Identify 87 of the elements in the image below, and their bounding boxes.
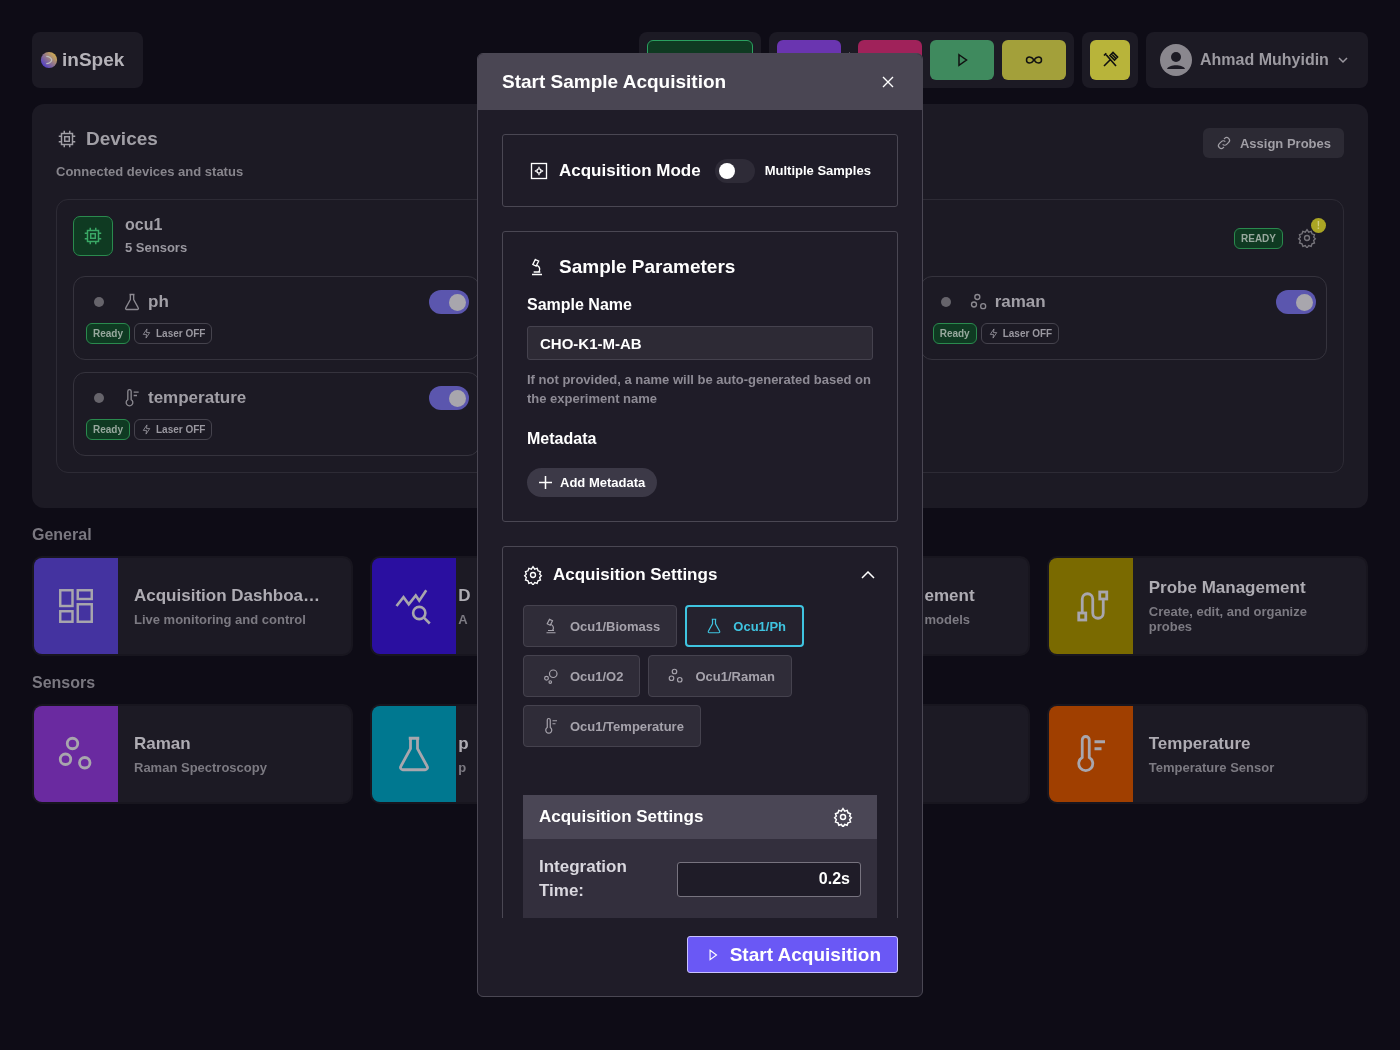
- laser-status: Laser OFF: [156, 424, 206, 435]
- laser-status: Laser OFF: [1002, 328, 1053, 339]
- section-title: General: [32, 526, 92, 544]
- status-badge: READY: [1234, 228, 1283, 249]
- nav-card[interactable]: Temperature Temperature Sensor: [1046, 704, 1368, 804]
- card-title: Temperature: [1148, 733, 1252, 754]
- sensor-count: 5 Sensors: [125, 240, 188, 255]
- status-dot: [94, 393, 104, 403]
- status-dot: [94, 297, 104, 307]
- chevron-up-icon[interactable]: [861, 571, 875, 579]
- nav-card[interactable]: Raman Raman Spectroscopy: [32, 704, 354, 804]
- logo[interactable]: inSpek: [32, 32, 143, 88]
- card-subtitle: Temperature Sensor: [1148, 759, 1275, 775]
- circles-icon: [667, 667, 686, 685]
- status-badge: Ready: [932, 323, 977, 344]
- card-subtitle: A: [458, 611, 469, 627]
- plus-icon: [539, 476, 552, 489]
- panel-title: Devices: [86, 128, 158, 150]
- probe-chip[interactable]: Ocu1/Raman: [648, 655, 792, 697]
- bolt-icon: [987, 328, 999, 339]
- close-icon: [882, 76, 894, 88]
- section-title: Acquisition Settings: [553, 565, 718, 585]
- field-label: Sample Name: [527, 296, 633, 314]
- status-dot: [940, 297, 951, 307]
- toggle-switch[interactable]: [429, 386, 470, 410]
- avatar-icon: [1160, 44, 1192, 76]
- section-title: Sample Parameters: [559, 256, 736, 278]
- user-menu[interactable]: Ahmad Muhyidin: [1146, 32, 1368, 88]
- integration-time-field[interactable]: 0.2s: [677, 861, 861, 897]
- nav-card[interactable]: Probe Management Create, edit, and organize probes: [1046, 556, 1368, 656]
- tools-icon: [1101, 51, 1119, 69]
- panel-subtitle: Connected devices and status: [56, 164, 244, 179]
- card-title: Raman: [134, 733, 192, 754]
- card-subtitle: Create, edit, and organize probes: [1148, 604, 1308, 634]
- chevron-down-icon: [1336, 54, 1349, 66]
- link-icon: [1215, 135, 1232, 151]
- sensor-name: raman: [994, 292, 1046, 312]
- play-button[interactable]: [930, 40, 994, 80]
- modal-title: Start Sample Acquisition: [502, 71, 727, 93]
- device-name: ocu1: [125, 216, 164, 234]
- start-acquisition-button[interactable]: Start Acquisition: [686, 936, 898, 973]
- card-subtitle: models: [924, 611, 971, 627]
- flask-icon: [122, 292, 142, 312]
- sensor-name: ph: [148, 292, 169, 312]
- status-badge: Ready: [86, 419, 130, 440]
- chip-icon: [73, 216, 113, 256]
- bolt-icon: [141, 424, 152, 435]
- settings-icon[interactable]: [1297, 228, 1317, 248]
- card-title: Acquisition Dashboa…: [134, 585, 321, 606]
- mode-label: Acquisition Mode: [559, 160, 701, 181]
- settings-icon: [523, 565, 543, 585]
- status-badge: Ready: [86, 323, 130, 344]
- card-subtitle: p: [458, 759, 468, 775]
- mode-option: Multiple Samples: [764, 163, 871, 178]
- field-label: Metadata: [527, 430, 598, 448]
- card-subtitle: Live monitoring and control: [134, 611, 307, 627]
- sample-name-field[interactable]: CHO-K1-M-AB: [527, 326, 873, 360]
- probe-chip[interactable]: Ocu1/O2: [523, 655, 641, 697]
- nav-card[interactable]: Acquisition Dashboa… Live monitoring and control: [32, 556, 354, 656]
- card-title: Probe Management: [1148, 578, 1307, 598]
- card-title: D: [458, 585, 471, 606]
- panel-title: Acquisition Settings: [539, 807, 704, 827]
- bolt-icon: [141, 328, 152, 339]
- laser-status: Laser OFF: [156, 328, 206, 339]
- tools-button[interactable]: [1090, 40, 1130, 80]
- probe-chip[interactable]: Ocu1/Temperature: [523, 705, 701, 747]
- card-title: ement: [924, 585, 975, 606]
- chip-icon: [56, 128, 78, 150]
- card-title: p: [458, 733, 469, 754]
- probe-chip[interactable]: Ocu1/Biomass: [523, 605, 678, 647]
- bubbles-icon: [542, 667, 560, 685]
- field-label: Integration Time:: [539, 856, 628, 902]
- field-hint: If not provided, a name will be auto-generated based on the experiment name: [527, 371, 872, 408]
- probe-chip[interactable]: Ocu1/Ph: [685, 605, 805, 647]
- assign-probes-button[interactable]: Assign Probes: [1202, 128, 1344, 158]
- section-title: Sensors: [32, 674, 96, 692]
- toggle-switch[interactable]: [1276, 290, 1316, 314]
- settings-box-icon: [529, 160, 549, 181]
- loop-button[interactable]: [1002, 40, 1066, 80]
- circles-icon: [968, 292, 989, 312]
- card-subtitle: Raman Spectroscopy: [134, 759, 267, 775]
- toggle-switch[interactable]: [429, 290, 470, 314]
- thermometer-icon: [542, 717, 560, 735]
- alert-badge: !: [1311, 218, 1326, 233]
- add-metadata-button[interactable]: Add Metadata: [527, 468, 658, 497]
- toggle-switch[interactable]: [714, 158, 755, 183]
- sensor-name: temperature: [148, 388, 247, 408]
